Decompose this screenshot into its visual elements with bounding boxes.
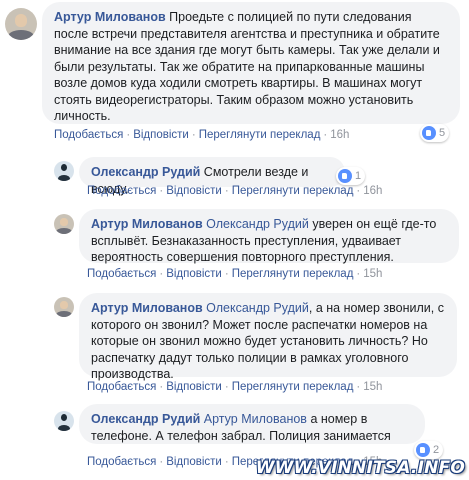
like-link[interactable]: Подобається	[87, 268, 156, 280]
timestamp[interactable]: 16h	[363, 185, 382, 197]
like-link[interactable]: Подобається	[87, 185, 156, 197]
comment-author[interactable]: Олександр Рудий	[91, 165, 200, 179]
translate-link[interactable]: Переглянути переклад	[232, 185, 354, 197]
avatar[interactable]	[54, 161, 74, 181]
comment-bubble: Олександр Рудий Смотрели везде и всюду.	[79, 157, 345, 196]
like-link[interactable]: Подобається	[87, 381, 156, 393]
comment-text: Проедьте с полицией по пути следования п…	[54, 10, 440, 123]
mention-link[interactable]: Артур Милованов	[204, 412, 307, 426]
like-icon	[416, 443, 430, 457]
reply-link[interactable]: Відповісти	[166, 456, 222, 468]
reply-link[interactable]: Відповісти	[166, 381, 222, 393]
comment-bubble: Артур Милованов Олександр Рудий уверен о…	[79, 209, 459, 264]
comment-actions: Подобається · Відповісти · Переглянути перек…	[87, 268, 383, 280]
like-icon	[338, 169, 352, 183]
comment-bubble: Артур Милованов Олександр Рудий, а на но…	[79, 293, 457, 381]
comment-actions: Подобається · Відповісти · Переглянути перек…	[54, 129, 350, 141]
mention-link[interactable]: Олександр Рудий	[206, 217, 309, 231]
avatar[interactable]	[5, 8, 37, 40]
comment-author[interactable]: Артур Милованов	[54, 10, 166, 24]
comment-author[interactable]: Артур Милованов	[91, 217, 203, 231]
avatar[interactable]	[54, 411, 74, 431]
mention-link[interactable]: Олександр Рудий	[206, 301, 309, 315]
reply-link[interactable]: Відповісти	[166, 268, 222, 280]
avatar[interactable]	[54, 214, 74, 234]
avatar[interactable]	[54, 297, 74, 317]
translate-link[interactable]: Переглянути переклад	[199, 129, 321, 141]
translate-link[interactable]: Переглянути переклад	[232, 381, 354, 393]
reply-link[interactable]: Відповісти	[133, 129, 189, 141]
comment-actions: Подобається · Відповісти · Переглянути перек…	[87, 381, 383, 393]
comment-bubble: Артур Милованов Проедьте с полицией по п…	[42, 2, 460, 124]
timestamp[interactable]: 15h	[363, 381, 382, 393]
comment-actions: Подобається · Відповісти · Переглянути перек…	[87, 185, 383, 197]
timestamp[interactable]: 16h	[330, 129, 349, 141]
timestamp[interactable]: 15h	[363, 268, 382, 280]
reply-link[interactable]: Відповісти	[166, 185, 222, 197]
site-watermark: WWW.VINNITSA.INFO	[255, 458, 465, 478]
like-link[interactable]: Подобається	[87, 456, 156, 468]
reaction-count[interactable]: 5	[420, 124, 450, 142]
like-link[interactable]: Подобається	[54, 129, 123, 141]
comment-author[interactable]: Олександр Рудий	[91, 412, 200, 426]
like-icon	[422, 126, 436, 140]
reaction-count[interactable]: 2	[414, 441, 444, 459]
translate-link[interactable]: Переглянути переклад	[232, 268, 354, 280]
comment-author[interactable]: Артур Милованов	[91, 301, 203, 315]
comment-bubble: Олександр Рудий Артур Милованов а номер …	[79, 404, 425, 444]
reaction-count[interactable]: 1	[336, 167, 366, 185]
